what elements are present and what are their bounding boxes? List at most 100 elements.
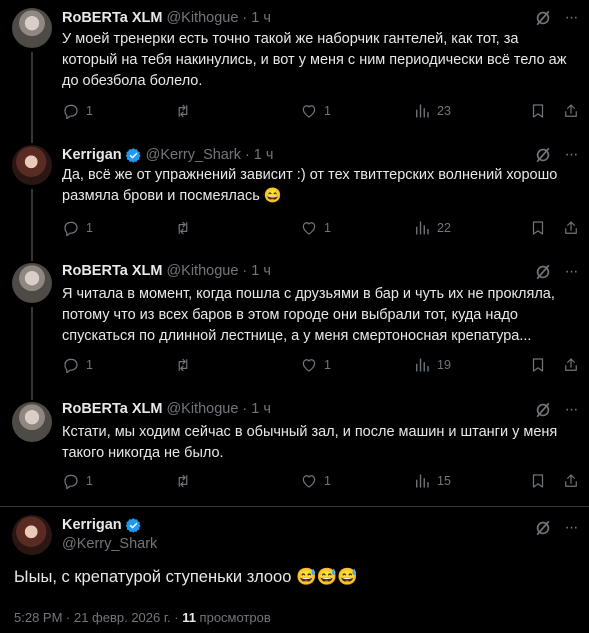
bookmark-button[interactable] [529,101,547,121]
tweet-meta: 5:28 PM · 21 февр. 2026 г. · 11 просмотр… [14,610,271,625]
views-count: 11 [182,610,196,625]
reply-button[interactable]: 1 [62,101,93,121]
retweet-button[interactable] [174,218,198,238]
author-name[interactable]: Kerrigan [62,147,122,163]
thread-line [31,395,33,400]
reply-tweet-2[interactable]: Kerrigan @Kerry_Shark · 1 ч ··· Да, всё … [0,135,589,255]
like-button[interactable]: 1 [300,355,331,375]
bookmark-icon [532,221,544,235]
separator-dot: · [242,401,248,417]
author-handle[interactable]: @Kithogue [166,263,238,279]
views-icon [416,358,429,372]
author-handle[interactable]: @Kithogue [166,10,238,26]
heart-icon [302,222,316,235]
tweet-actions: 1 1 22 [62,218,582,238]
avatar[interactable] [12,145,52,185]
author-handle[interactable]: @Kerry_Shark [62,536,157,552]
like-button[interactable]: 1 [300,471,331,491]
grok-icon[interactable] [533,145,553,165]
separator-dot: · [242,263,248,279]
reply-count: 1 [86,104,93,118]
tweet-header: Kerrigan @Kerry_Shark · 1 ч [62,145,273,165]
main-author: Kerrigan @Kerry_Shark [62,515,157,552]
reply-count: 1 [86,474,93,488]
tweet-actions: 1 1 15 [62,471,582,491]
tweet-timestamp[interactable]: 5:28 PM · 21 февр. 2026 г. · [14,610,182,625]
avatar[interactable] [12,402,52,442]
reply-tweet-3[interactable]: RoBERTa XLM @Kithogue · 1 ч ··· Я читала… [0,255,589,395]
tweet-time[interactable]: 1 ч [251,10,271,26]
author-name[interactable]: RoBERTa XLM [62,401,162,417]
share-button[interactable] [562,355,580,375]
grok-icon[interactable] [533,518,553,538]
reply-button[interactable]: 1 [62,218,93,238]
views-icon [416,474,429,488]
separator-dot: · [244,147,250,163]
tweet-time[interactable]: 1 ч [251,401,271,417]
bookmark-icon [532,358,544,372]
reply-tweet-1[interactable]: RoBERTa XLM @Kithogue · 1 ч ··· У моей т… [0,0,589,135]
retweet-button[interactable] [174,101,198,121]
author-name[interactable]: Kerrigan [62,517,122,533]
views-button[interactable]: 19 [413,355,451,375]
thread-line [31,135,33,143]
tweet-text: Кстати, мы ходим сейчас в обычный зал, и… [62,424,558,461]
more-icon[interactable]: ··· [561,400,581,420]
like-button[interactable]: 1 [300,101,331,121]
views-count: 19 [437,358,451,372]
retweet-button[interactable] [174,471,198,491]
more-icon[interactable]: ··· [561,262,581,282]
author-name[interactable]: RoBERTa XLM [62,263,162,279]
bookmark-button[interactable] [529,218,547,238]
reply-button[interactable]: 1 [62,355,93,375]
like-count: 1 [324,474,331,488]
views-button[interactable]: 15 [413,471,451,491]
author-handle[interactable]: @Kerry_Shark [146,147,241,163]
tweet-time[interactable]: 1 ч [254,147,274,163]
avatar[interactable] [12,515,52,555]
tweet-text: Я читала в момент, когда пошла с друзьям… [62,286,555,344]
verified-badge-icon [125,147,141,163]
views-count: 23 [437,104,451,118]
more-icon[interactable]: ··· [561,518,581,538]
more-icon[interactable]: ··· [561,8,581,28]
grok-icon[interactable] [533,262,553,282]
verified-badge-icon [125,517,141,533]
views-icon [416,104,429,118]
avatar[interactable] [12,8,52,48]
views-count: 15 [437,474,451,488]
author-name[interactable]: RoBERTa XLM [62,10,162,26]
views-button[interactable]: 23 [413,101,451,121]
like-button[interactable]: 1 [300,218,331,238]
views-count: 22 [437,221,451,235]
tweet-time[interactable]: 1 ч [251,263,271,279]
reply-icon [64,221,78,237]
share-button[interactable] [562,218,580,238]
main-author-name-row: Kerrigan [62,515,157,535]
thread-line [31,52,33,135]
reply-icon [64,358,78,374]
reply-tweet-4[interactable]: RoBERTa XLM @Kithogue · 1 ч ··· Кстати, … [0,395,589,507]
reply-button[interactable]: 1 [62,471,93,491]
tweet-actions: 1 1 23 [62,101,582,121]
heart-icon [302,359,316,372]
author-handle[interactable]: @Kithogue [166,401,238,417]
more-icon[interactable]: ··· [561,145,581,165]
grok-icon[interactable] [533,400,553,420]
views-button[interactable]: 22 [413,218,451,238]
share-button[interactable] [562,101,580,121]
main-tweet-text: Ыыы, с крепатурой ступеньки злооо 😅😅😅 [14,568,358,586]
bookmark-button[interactable] [529,471,547,491]
bookmark-icon [532,474,544,488]
bookmark-button[interactable] [529,355,547,375]
thread-line [31,307,33,395]
tweet-actions: 1 1 19 [62,355,582,375]
tweet-header: RoBERTa XLM @Kithogue · 1 ч [62,8,271,28]
thread-line [31,189,33,255]
share-button[interactable] [562,471,580,491]
grok-icon[interactable] [533,8,553,28]
tweet-header: RoBERTa XLM @Kithogue · 1 ч [62,261,271,281]
avatar[interactable] [12,263,52,303]
retweet-button[interactable] [174,355,198,375]
heart-icon [302,105,316,118]
